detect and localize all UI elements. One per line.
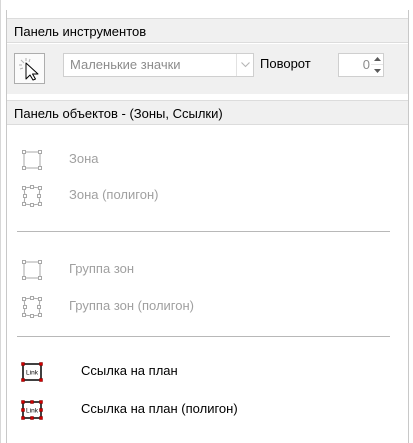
plan-link-polygon-icon: Link bbox=[21, 400, 43, 420]
toolbar-panel-title: Панель инструментов bbox=[14, 24, 147, 39]
plan-link-icon: Link bbox=[21, 362, 43, 382]
window-border bbox=[0, 0, 1, 443]
spin-up-icon[interactable] bbox=[371, 54, 383, 65]
cursor-arrow-icon bbox=[18, 57, 38, 80]
view-mode-value: Маленькие значки bbox=[70, 57, 181, 72]
list-item-zone-group-polygon[interactable]: Группа зон (полигон) bbox=[7, 288, 408, 318]
rotation-value[interactable]: 0 bbox=[363, 57, 370, 72]
list-item-label: Зона bbox=[69, 151, 99, 166]
divider bbox=[17, 336, 390, 337]
zone-rectangle-icon bbox=[22, 150, 42, 170]
list-item-label: Зона (полигон) bbox=[69, 187, 159, 202]
list-item-label: Группа зон bbox=[69, 261, 135, 276]
panel-border-right bbox=[408, 10, 409, 443]
objects-list: Зона Зона (полигон) Группа зон Группа зо… bbox=[7, 130, 408, 443]
view-mode-select[interactable]: Маленькие значки bbox=[63, 53, 254, 77]
chevron-down-icon[interactable] bbox=[236, 54, 253, 76]
list-item-zone[interactable]: Зона bbox=[7, 141, 408, 171]
select-pointer-button[interactable] bbox=[14, 53, 45, 84]
list-item-label: Ссылка на план bbox=[81, 363, 178, 378]
zone-polygon-icon bbox=[22, 185, 42, 207]
toolbar-row: Маленькие значки Поворот 0 bbox=[7, 44, 408, 94]
link-icon-text: Link bbox=[26, 408, 39, 415]
rotation-stepper[interactable]: 0 bbox=[338, 53, 384, 77]
list-item-label: Группа зон (полигон) bbox=[69, 298, 195, 313]
zone-group-rectangle-icon bbox=[22, 260, 42, 280]
spin-down-icon[interactable] bbox=[371, 65, 383, 76]
list-item-label: Ссылка на план (полигон) bbox=[81, 401, 238, 416]
list-item-plan-link[interactable]: Link Ссылка на план bbox=[7, 353, 408, 383]
tool-window: Панель инструментов Маленькие значки Пов… bbox=[0, 0, 413, 443]
list-item-zone-polygon[interactable]: Зона (полигон) bbox=[7, 177, 408, 207]
zone-group-polygon-icon bbox=[22, 296, 42, 318]
list-item-zone-group[interactable]: Группа зон bbox=[7, 251, 408, 281]
objects-panel-title: Панель объектов - (Зоны, Ссылки) bbox=[14, 106, 223, 121]
objects-panel-header[interactable]: Панель объектов - (Зоны, Ссылки) bbox=[7, 100, 408, 125]
toolbar-panel-header[interactable]: Панель инструментов bbox=[7, 18, 408, 43]
link-icon-text: Link bbox=[26, 370, 39, 377]
rotation-label: Поворот bbox=[260, 56, 311, 71]
list-item-plan-link-polygon[interactable]: Link Ссылка на план (полигон) bbox=[7, 391, 408, 421]
divider bbox=[17, 231, 390, 232]
